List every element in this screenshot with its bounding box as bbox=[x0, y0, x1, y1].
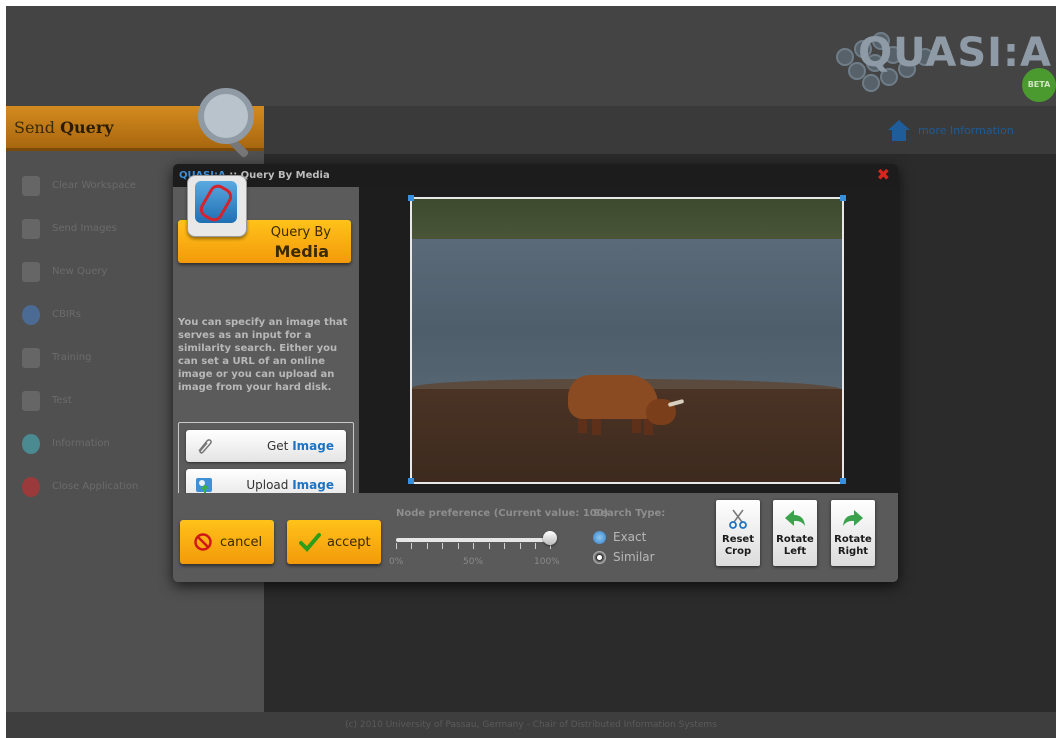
sidebar-item-label: CBIRs bbox=[52, 309, 81, 320]
beta-badge: BETA bbox=[1022, 68, 1056, 102]
test-document-icon bbox=[22, 391, 40, 411]
new-query-icon bbox=[22, 262, 40, 282]
logo-text: QUASI:A bbox=[858, 30, 1052, 76]
paperclip-icon bbox=[198, 439, 212, 454]
reset-crop-button[interactable]: Reset Crop bbox=[716, 500, 760, 566]
magnifier-icon bbox=[198, 88, 254, 144]
search-type-similar-radio[interactable] bbox=[593, 551, 606, 564]
slider-tick bbox=[535, 543, 536, 549]
sidebar-item-label: Send Images bbox=[52, 223, 117, 234]
search-type-exact-radio[interactable] bbox=[593, 531, 606, 544]
node-preference-title: Node preference (Current value: 100) bbox=[396, 508, 609, 519]
query-by-media-dialog: QUASI:A :: Query By Media ✖ Query By Med… bbox=[173, 164, 898, 582]
slider-tick bbox=[427, 543, 428, 549]
close-icon[interactable]: ✖ bbox=[877, 167, 890, 183]
upload-image-icon bbox=[196, 478, 212, 493]
images-icon bbox=[22, 219, 40, 239]
sidebar-item-label: Information bbox=[52, 438, 110, 449]
node-preference-slider-knob[interactable] bbox=[543, 531, 557, 545]
rotate-left-button[interactable]: Rotate Left bbox=[773, 500, 817, 566]
rotate-left-label: Rotate Left bbox=[776, 534, 814, 557]
slider-scale-max: 100% bbox=[534, 557, 560, 567]
search-type-similar-label: Similar bbox=[613, 550, 655, 564]
sidebar-item-label: Training bbox=[52, 352, 92, 363]
info-icon bbox=[22, 434, 40, 454]
sidebar-item-label: Close Application bbox=[52, 481, 139, 492]
logo-hex-icon bbox=[862, 74, 880, 92]
slider-tick bbox=[504, 543, 505, 549]
checkmark-icon bbox=[299, 533, 321, 552]
rotate-right-label: Rotate Right bbox=[834, 534, 872, 557]
top-bar: QUASI:A BETA bbox=[6, 6, 1056, 106]
crop-handle-top-left[interactable] bbox=[408, 195, 414, 201]
sidebar-item-label: New Query bbox=[52, 266, 108, 277]
slider-tick bbox=[489, 543, 490, 549]
close-application-icon bbox=[22, 477, 40, 497]
slider-scale-min: 0% bbox=[389, 557, 404, 567]
scissors-icon bbox=[729, 509, 747, 529]
home-icon[interactable] bbox=[888, 120, 910, 142]
sidebar-item-label: Clear Workspace bbox=[52, 180, 136, 191]
accept-label: accept bbox=[327, 535, 371, 550]
slider-scale-mid: 50% bbox=[463, 557, 484, 567]
get-image-button[interactable]: Get Image bbox=[186, 430, 346, 462]
search-type-title: Search Type: bbox=[593, 508, 666, 519]
dialog-bottom-bar: cancel accept Node preference (Current v… bbox=[173, 493, 898, 582]
globe-icon bbox=[22, 305, 40, 325]
rotate-right-arrow-icon bbox=[843, 510, 863, 526]
slider-tick bbox=[473, 543, 474, 549]
cancel-label: cancel bbox=[220, 535, 263, 550]
send-query-label: Send Query bbox=[14, 118, 114, 137]
crop-handle-bottom-left[interactable] bbox=[408, 478, 414, 484]
dialog-title-bar[interactable]: QUASI:A :: Query By Media ✖ bbox=[173, 164, 898, 187]
get-image-label: Get Image bbox=[267, 439, 334, 453]
rotate-right-button[interactable]: Rotate Right bbox=[831, 500, 875, 566]
accept-button[interactable]: accept bbox=[287, 520, 381, 564]
slider-tick bbox=[411, 543, 412, 549]
highland-cow-figure bbox=[560, 371, 685, 439]
upload-image-label: Upload Image bbox=[246, 478, 334, 492]
footer-text: (c) 2010 University of Passau, Germany -… bbox=[345, 720, 717, 730]
cancel-button[interactable]: cancel bbox=[180, 520, 274, 564]
footer: (c) 2010 University of Passau, Germany -… bbox=[6, 712, 1056, 738]
media-paperclip-icon bbox=[187, 175, 247, 237]
slider-tick bbox=[458, 543, 459, 549]
slider-tick bbox=[442, 543, 443, 549]
cancel-icon bbox=[194, 533, 212, 551]
media-label: Media bbox=[274, 242, 329, 261]
quasia-logo: QUASI:A BETA bbox=[796, 16, 1056, 106]
reset-crop-label: Reset Crop bbox=[722, 534, 754, 557]
query-image-preview[interactable] bbox=[410, 197, 844, 484]
node-preference-slider-track[interactable] bbox=[396, 538, 551, 542]
slider-tick bbox=[396, 543, 397, 549]
main-header: more Information bbox=[264, 106, 1056, 154]
more-information-link[interactable]: more Information bbox=[918, 124, 1014, 137]
query-by-label: Query By bbox=[270, 225, 331, 240]
tools-icon bbox=[22, 348, 40, 368]
sidebar-item-label: Test bbox=[52, 395, 72, 406]
document-icon bbox=[22, 176, 40, 196]
dialog-description: You can specify an image that serves as … bbox=[178, 317, 348, 393]
rotate-left-arrow-icon bbox=[785, 510, 805, 526]
slider-tick bbox=[520, 543, 521, 549]
send-query-tab[interactable]: Send Query bbox=[6, 88, 264, 159]
crop-handle-top-right[interactable] bbox=[840, 195, 846, 201]
search-type-exact-label: Exact bbox=[613, 530, 647, 544]
crop-handle-bottom-right[interactable] bbox=[840, 478, 846, 484]
